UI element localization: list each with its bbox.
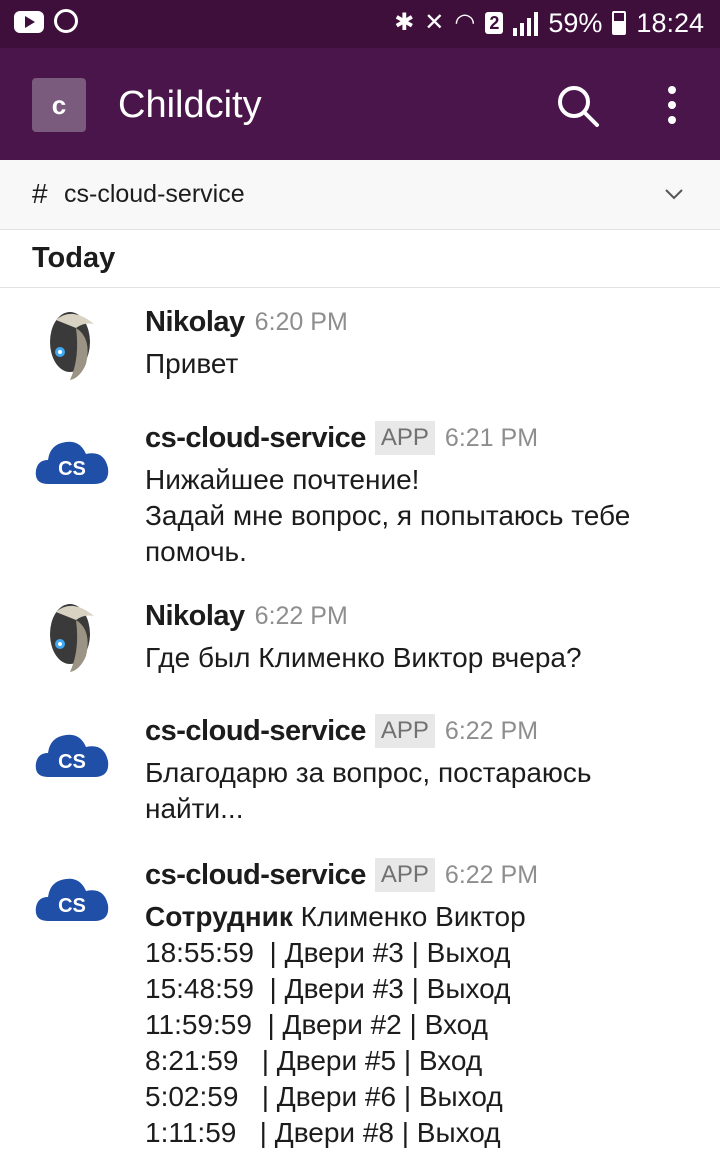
message-text: Нижайшее почтение! Задай мне вопрос, я п…: [145, 462, 705, 570]
message-line: Привет: [145, 348, 239, 379]
access-log-row: 8:21:59 | Двери #5 | Вход: [145, 1045, 483, 1076]
author-name[interactable]: cs-cloud-service: [145, 422, 366, 455]
message-line: Задай мне вопрос, я попытаюсь тебе: [145, 500, 631, 531]
chevron-down-icon[interactable]: [664, 184, 684, 204]
message-header: cs-cloud-service APP 6:21 PM: [145, 418, 705, 458]
access-log-row: 11:59:59 | Двери #2 | Вход: [145, 1009, 488, 1040]
channel-bar[interactable]: # cs-cloud-service: [0, 160, 720, 230]
svg-text:CS: CS: [58, 751, 86, 773]
timestamp: 6:22 PM: [254, 601, 348, 630]
workspace-title[interactable]: Childcity: [118, 80, 262, 130]
message-body: cs-cloud-service APP 6:22 PM Благодарю з…: [145, 711, 705, 827]
day-divider: Today: [0, 230, 720, 288]
overflow-menu-icon[interactable]: [660, 82, 684, 130]
app-badge: APP: [374, 714, 435, 748]
channel-name: cs-cloud-service: [64, 180, 245, 208]
status-indicators: ✱ ✕ ◠ 2 59% 18:24: [394, 6, 704, 40]
message-header: cs-cloud-service APP 6:22 PM: [145, 855, 705, 895]
access-log-row: 15:48:59 | Двери #3 | Выход: [145, 973, 511, 1004]
message-text: Где был Клименко Виктор вчера?: [145, 640, 705, 676]
access-log-row: 18:55:59 | Двери #3 | Выход: [145, 937, 511, 968]
user-avatar[interactable]: [36, 600, 108, 680]
battery-icon: [612, 11, 627, 35]
message-body: Nikolay 6:20 PM Привет: [145, 302, 705, 382]
clock: 18:24: [636, 7, 704, 38]
signal-icon: [513, 10, 539, 36]
timestamp: 6:20 PM: [254, 307, 348, 336]
youtube-notification-icon: [14, 11, 44, 33]
author-name[interactable]: Nikolay: [145, 306, 245, 339]
sim-badge: 2: [485, 12, 504, 34]
access-log-row: 1:11:59 | Двери #8 | Выход: [145, 1117, 501, 1148]
day-label: Today: [32, 242, 116, 274]
message-body: Nikolay 6:22 PM Где был Клименко Виктор …: [145, 596, 705, 676]
message-text: Привет: [145, 346, 705, 382]
employee-line: Сотрудник Клименко Виктор: [145, 899, 705, 935]
access-log-row: 5:02:59 | Двери #6 | Выход: [145, 1081, 503, 1112]
employee-label: Сотрудник: [145, 901, 293, 932]
timestamp: 6:22 PM: [444, 860, 539, 889]
app-badge: APP: [374, 421, 435, 455]
svg-text:CS: CS: [58, 458, 86, 480]
message-line: Нижайшее почтение!: [145, 464, 420, 495]
author-name[interactable]: Nikolay: [145, 600, 245, 633]
message-header: Nikolay 6:22 PM: [145, 596, 705, 636]
app-header: c Childcity: [0, 48, 720, 160]
message-body: cs-cloud-service APP 6:22 PM Сотрудник К…: [145, 855, 705, 1151]
battery-percent: 59%: [548, 7, 603, 38]
message-line: Благодарю за вопрос, постараюсь: [145, 757, 592, 788]
author-name[interactable]: cs-cloud-service: [145, 859, 366, 892]
message-header: Nikolay 6:20 PM: [145, 302, 705, 342]
cs-cloud-logo-icon[interactable]: CS: [34, 869, 110, 925]
app-badge: APP: [374, 858, 435, 892]
notification-icons: [14, 8, 78, 33]
cs-cloud-logo-icon[interactable]: CS: [34, 725, 110, 781]
message-header: cs-cloud-service APP 6:22 PM: [145, 711, 705, 751]
workspace-avatar[interactable]: c: [32, 78, 86, 132]
svg-text:CS: CS: [58, 895, 86, 917]
channel-hash-icon: #: [32, 178, 48, 209]
author-name[interactable]: cs-cloud-service: [145, 715, 366, 748]
message-line: Где был Клименко Виктор вчера?: [145, 642, 582, 673]
app-notification-icon: [54, 9, 78, 33]
message-body: cs-cloud-service APP 6:21 PM Нижайшее по…: [145, 418, 705, 570]
user-avatar[interactable]: [36, 308, 108, 388]
message-line: помочь.: [145, 536, 247, 567]
status-bar: ✱ ✕ ◠ 2 59% 18:24: [0, 0, 720, 48]
mute-icon: ✕: [424, 9, 445, 36]
wifi-icon: ◠: [454, 9, 476, 36]
timestamp: 6:22 PM: [444, 716, 539, 745]
message-text: Сотрудник Клименко Виктор 18:55:59 | Две…: [145, 899, 705, 1151]
message-line: найти...: [145, 793, 244, 824]
employee-name: Клименко Виктор: [300, 901, 526, 932]
cs-cloud-logo-icon[interactable]: CS: [34, 432, 110, 488]
search-icon[interactable]: [556, 84, 600, 128]
bluetooth-icon: ✱: [394, 9, 415, 36]
timestamp: 6:21 PM: [444, 423, 539, 452]
message-text: Благодарю за вопрос, постараюсь найти...: [145, 755, 705, 827]
